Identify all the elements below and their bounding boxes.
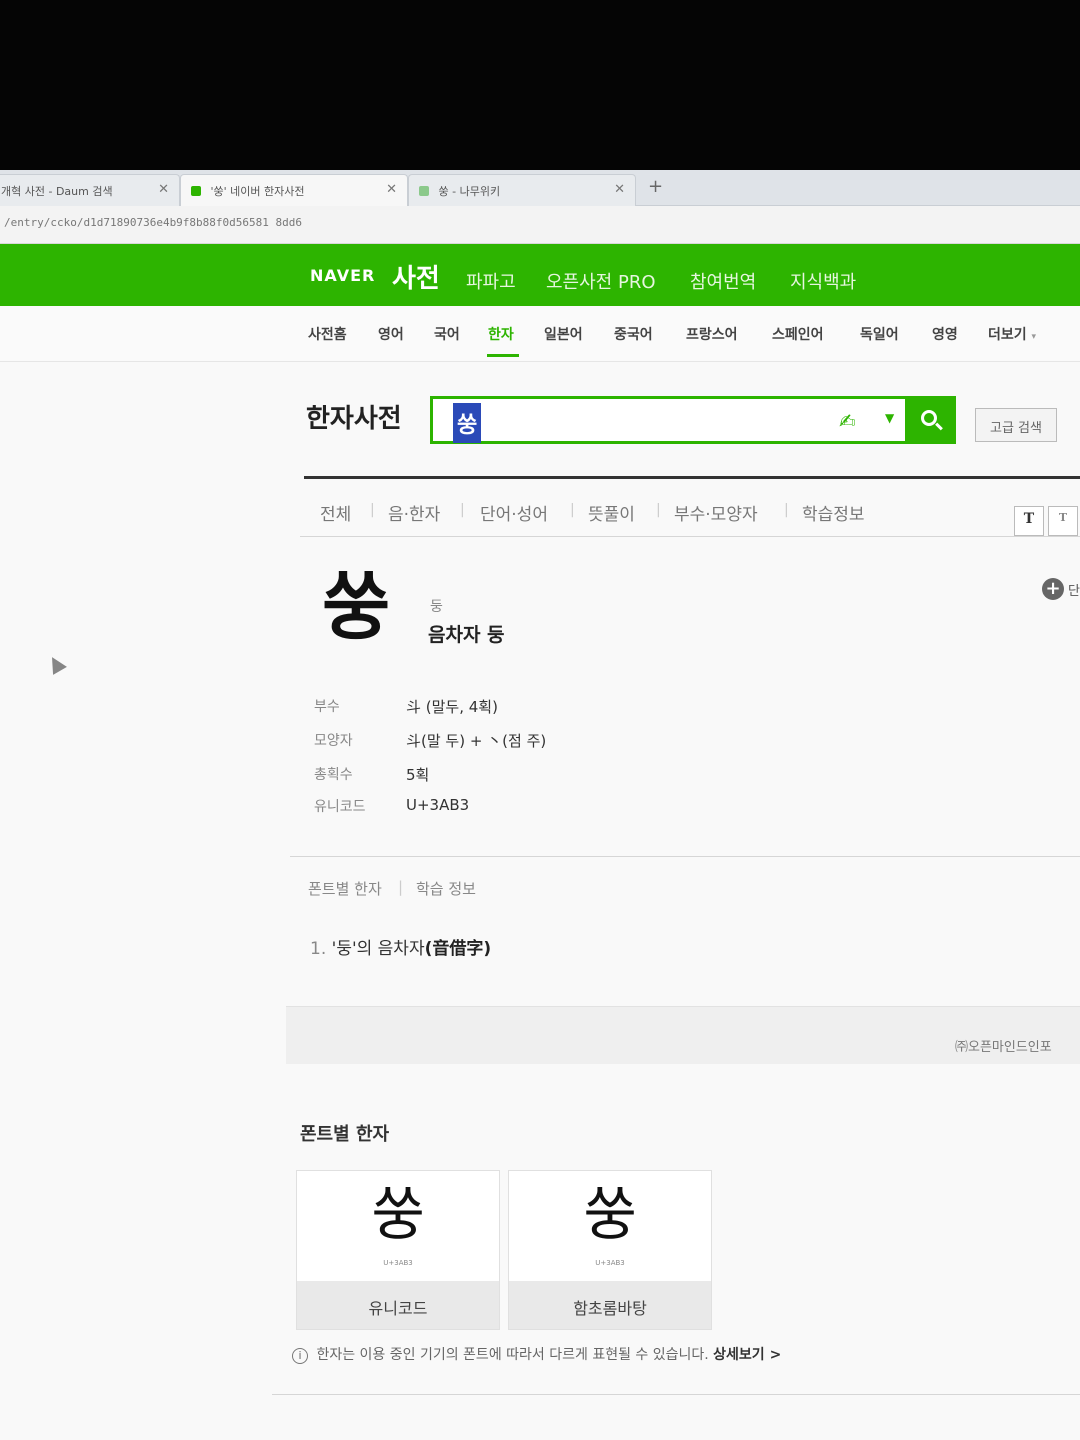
page-title: 한자사전 xyxy=(306,404,402,434)
meaning-number: 1. xyxy=(310,939,327,959)
search-icon-handle xyxy=(935,422,943,431)
font-card-glyph: 쑹 xyxy=(371,1180,425,1248)
nav-home[interactable]: 사전홈 xyxy=(308,324,347,344)
subtab-fonts[interactable]: 폰트별 한자 xyxy=(308,878,382,899)
info-label-strokes: 총획수 xyxy=(314,767,353,783)
entry-reading: 음차자 둥 xyxy=(428,624,505,646)
font-card-code: U+3AB3 xyxy=(383,1259,413,1267)
handwriting-icon[interactable]: ✍ xyxy=(839,409,856,433)
gnb-link-encyclopedia[interactable]: 지식백과 xyxy=(790,268,856,294)
entry-glyph: 쑹 xyxy=(322,564,391,650)
search-input[interactable]: 쑹 ✍ ▼ xyxy=(430,396,908,444)
gnb-link-translate[interactable]: 참여번역 xyxy=(690,268,756,294)
nav-chinese[interactable]: 중국어 xyxy=(614,324,653,344)
plus-icon[interactable]: + xyxy=(1042,578,1064,600)
font-card-caption: 함초롬바탕 xyxy=(509,1281,711,1329)
divider xyxy=(304,476,1080,479)
nav-german[interactable]: 독일어 xyxy=(860,324,899,344)
browser-tab-active[interactable]: '쑹' 네이버 한자사전 ✕ xyxy=(180,174,408,206)
nav-more[interactable]: 더보기 ▾ xyxy=(988,324,1036,344)
add-wordbook-label[interactable]: 단 xyxy=(1068,580,1080,599)
close-icon[interactable]: ✕ xyxy=(614,182,625,197)
divider xyxy=(300,536,1080,537)
close-icon[interactable]: ✕ xyxy=(386,182,397,197)
font-size-large-button[interactable]: T xyxy=(1014,506,1044,536)
notice-text: 한자는 이용 중인 기기의 폰트에 따라서 다르게 표현될 수 있습니다. xyxy=(316,1347,709,1363)
nav-japanese[interactable]: 일본어 xyxy=(544,324,583,344)
nav-more-label: 더보기 xyxy=(988,327,1027,343)
font-card-glyph: 쑹 xyxy=(583,1180,637,1248)
tab-title: 쑹 - 나무위키 xyxy=(438,185,501,198)
url-text: /entry/ccko/d1d71890736e4b9f8b88f0d56581… xyxy=(4,216,303,229)
chevron-down-icon[interactable]: ▼ xyxy=(885,411,894,425)
filter-radical[interactable]: 부수·모양자 xyxy=(674,500,758,525)
nav-hanja[interactable]: 한자 xyxy=(488,324,514,344)
nav-spanish[interactable]: 스페인어 xyxy=(772,324,824,344)
dictionary-logo[interactable]: 사전 xyxy=(392,258,440,295)
info-value-radical[interactable]: 斗 (말두, 4획) xyxy=(406,696,498,717)
gnb-link-opendict[interactable]: 오픈사전 PRO xyxy=(546,268,656,294)
new-tab-button[interactable]: + xyxy=(648,176,663,197)
browser-tab[interactable]: 쑹 - 나무위키 ✕ xyxy=(408,174,636,206)
search-query-selected: 쑹 xyxy=(453,403,482,443)
advanced-search-button[interactable]: 고급 검색 xyxy=(975,408,1057,442)
filter-separator: | xyxy=(370,502,375,518)
browser-tab-bar: 개혁 사전 - Daum 검색 ✕ '쑹' 네이버 한자사전 ✕ 쑹 - 나무위… xyxy=(0,170,1080,206)
address-bar[interactable]: /entry/ccko/d1d71890736e4b9f8b88f0d56581… xyxy=(0,206,1080,244)
filter-reading[interactable]: 음·한자 xyxy=(388,500,440,525)
font-notice: i 한자는 이용 중인 기기의 폰트에 따라서 다르게 표현될 수 있습니다. … xyxy=(292,1344,781,1364)
font-card-hamchorom[interactable]: 쑹 U+3AB3 함초롬바탕 xyxy=(508,1170,712,1330)
subtab-separator: | xyxy=(398,878,404,896)
page-content: NAVER 사전 파파고 오픈사전 PRO 참여번역 지식백과 사전홈 영어 국… xyxy=(0,244,1080,1440)
naver-favicon-icon xyxy=(191,186,201,196)
tab-title: '쑹' 네이버 한자사전 xyxy=(210,185,305,198)
close-icon[interactable]: ✕ xyxy=(158,182,169,197)
info-label-radical: 부수 xyxy=(314,699,340,715)
font-card-caption: 유니코드 xyxy=(297,1281,499,1329)
subtab-study[interactable]: 학습 정보 xyxy=(416,878,476,899)
filter-separator: | xyxy=(784,502,789,518)
font-size-small-button[interactable]: T xyxy=(1048,506,1078,536)
filter-study[interactable]: 학습정보 xyxy=(802,500,865,525)
nav-english-english[interactable]: 영영 xyxy=(932,324,958,344)
filter-words[interactable]: 단어·성어 xyxy=(480,500,548,525)
info-label-unicode: 유니코드 xyxy=(314,799,366,815)
provider-credit[interactable]: ㈜오픈마인드인포 xyxy=(955,1036,1052,1055)
divider xyxy=(272,1394,1080,1395)
info-value-strokes: 5획 xyxy=(406,766,430,784)
info-value-shape[interactable]: 斗(말 두) + 丶(점 주) xyxy=(406,730,546,751)
entry-reading-small: 둥 xyxy=(430,599,443,615)
filter-meaning[interactable]: 뜻풀이 xyxy=(588,500,635,525)
meaning-hanja[interactable]: (音借字) xyxy=(425,939,492,959)
meaning-text: '둥'의 음차자 xyxy=(331,939,425,959)
search-button[interactable] xyxy=(906,396,956,444)
gnb-link-papago[interactable]: 파파고 xyxy=(466,268,516,294)
info-icon: i xyxy=(292,1348,308,1364)
meaning-item: 1. '둥'의 음차자(音借字) xyxy=(310,934,491,959)
browser-tab[interactable]: 개혁 사전 - Daum 검색 ✕ xyxy=(0,174,180,206)
dictionary-nav: 사전홈 영어 국어 한자 일본어 중국어 프랑스어 스페인어 독일어 영영 더보… xyxy=(0,306,1080,362)
nav-korean[interactable]: 국어 xyxy=(434,324,460,344)
filter-separator: | xyxy=(460,502,465,518)
divider xyxy=(290,856,1080,857)
chevron-down-icon: ▾ xyxy=(1031,332,1037,342)
namuwiki-favicon-icon xyxy=(419,186,429,196)
info-label-shape: 모양자 xyxy=(314,733,353,749)
info-value-unicode: U+3AB3 xyxy=(406,796,470,814)
naver-logo[interactable]: NAVER xyxy=(310,266,375,285)
font-section-title: 폰트별 한자 xyxy=(300,1124,390,1145)
font-card-code: U+3AB3 xyxy=(595,1259,625,1267)
provider-band xyxy=(286,1006,1080,1064)
active-nav-indicator xyxy=(487,354,519,357)
nav-french[interactable]: 프랑스어 xyxy=(686,324,738,344)
naver-header: NAVER 사전 파파고 오픈사전 PRO 참여번역 지식백과 xyxy=(0,244,1080,306)
filter-all[interactable]: 전체 xyxy=(320,500,351,525)
tab-title: 개혁 사전 - Daum 검색 xyxy=(1,185,113,198)
monitor-bezel xyxy=(0,0,1080,170)
filter-separator: | xyxy=(656,502,661,518)
filter-separator: | xyxy=(570,502,575,518)
font-card-unicode[interactable]: 쑹 U+3AB3 유니코드 xyxy=(296,1170,500,1330)
detail-link[interactable]: 상세보기 > xyxy=(713,1347,781,1363)
nav-english[interactable]: 영어 xyxy=(378,324,404,344)
